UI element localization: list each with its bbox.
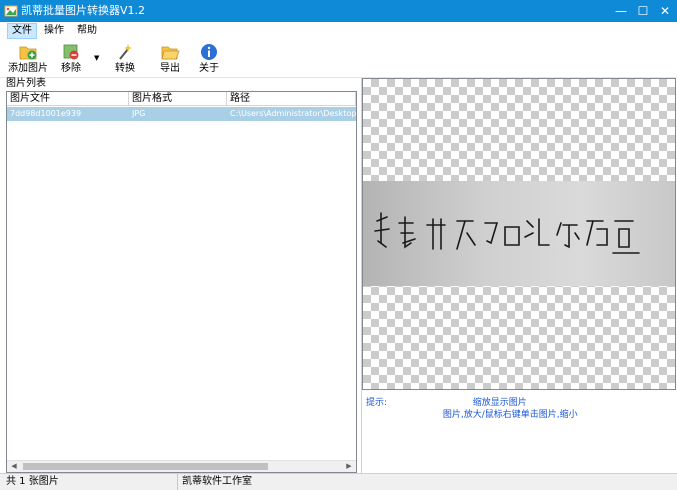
image-list-pane: 图片列表 图片文件 图片格式 路径 7dd98d1001e939 JPG C:\… [0, 78, 359, 473]
menu-file[interactable]: 文件 [7, 23, 37, 39]
column-header-file[interactable]: 图片文件 [7, 92, 129, 106]
cell-path: C:\Users\Administrator\Desktop\ytc\ [230, 109, 356, 118]
image-preview[interactable] [362, 78, 676, 390]
menu-bar: 文件 操作 帮助 [0, 22, 677, 40]
close-button[interactable]: ✕ [656, 2, 674, 20]
hint-zoom-text: 缩放显示图片 [472, 398, 527, 408]
info-icon [201, 44, 217, 60]
remove-button[interactable]: 移除 [58, 42, 84, 76]
scrollbar-thumb[interactable] [23, 463, 268, 470]
title-bar: 凯蒂批量图片转换器V1.2 — ☐ ✕ [0, 0, 677, 22]
preview-pane: 提示: 缩放显示图片 图片,放大/鼠标右键单击图片,缩小 [361, 78, 677, 473]
about-button[interactable]: 关于 [198, 42, 220, 76]
hint-zoom-out-text: 图片,放大/鼠标右键单击图片,缩小 [442, 410, 578, 420]
menu-help[interactable]: 帮助 [73, 23, 101, 39]
remove-image-icon [63, 44, 79, 60]
remove-label: 移除 [61, 63, 81, 74]
scroll-right-icon[interactable]: ▶ [342, 461, 356, 472]
image-list[interactable]: 图片文件 图片格式 路径 7dd98d1001e939 JPG C:\Users… [6, 91, 357, 473]
hint-line-2: 图片,放大/鼠标右键单击图片,缩小 [382, 410, 578, 421]
remove-dropdown-arrow-icon[interactable]: ▼ [94, 54, 99, 62]
magic-wand-icon [119, 44, 132, 60]
export-label: 导出 [160, 63, 180, 74]
app-icon [4, 5, 18, 17]
horizontal-scrollbar[interactable]: ◀ ▶ [7, 460, 356, 472]
menu-operation[interactable]: 操作 [40, 23, 68, 39]
scroll-left-icon[interactable]: ◀ [7, 461, 21, 472]
cell-file: 7dd98d1001e939 [10, 109, 82, 118]
add-folder-icon [19, 46, 37, 60]
window-title: 凯蒂批量图片转换器V1.2 [21, 4, 146, 17]
toolbar: 添加图片 移除 ▼ 转换 导出 关于 [0, 40, 677, 78]
add-image-button[interactable]: 添加图片 [8, 42, 48, 76]
status-bar: 共 1 张图片 凯蒂软件工作室 [0, 473, 677, 490]
about-label: 关于 [199, 63, 219, 74]
hint-prefix: 提示: [366, 398, 388, 408]
column-header-format[interactable]: 图片格式 [129, 92, 227, 106]
maximize-button[interactable]: ☐ [634, 2, 652, 20]
handwriting-image [374, 212, 640, 254]
signature-image [363, 181, 675, 286]
convert-label: 转换 [115, 63, 135, 74]
image-list-title: 图片列表 [6, 78, 46, 89]
column-header-path[interactable]: 路径 [227, 92, 356, 106]
add-image-label: 添加图片 [8, 63, 48, 74]
cell-format: JPG [132, 109, 146, 118]
minimize-button[interactable]: — [612, 2, 630, 20]
open-folder-icon [161, 46, 180, 60]
status-studio: 凯蒂软件工作室 [182, 476, 252, 487]
table-row[interactable]: 7dd98d1001e939 JPG C:\Users\Administrato… [7, 107, 356, 121]
hint-line-1: 提示: 缩放显示图片 [366, 398, 527, 409]
export-button[interactable]: 导出 [155, 42, 185, 76]
status-image-count: 共 1 张图片 [2, 474, 178, 490]
convert-button[interactable]: 转换 [112, 42, 138, 76]
